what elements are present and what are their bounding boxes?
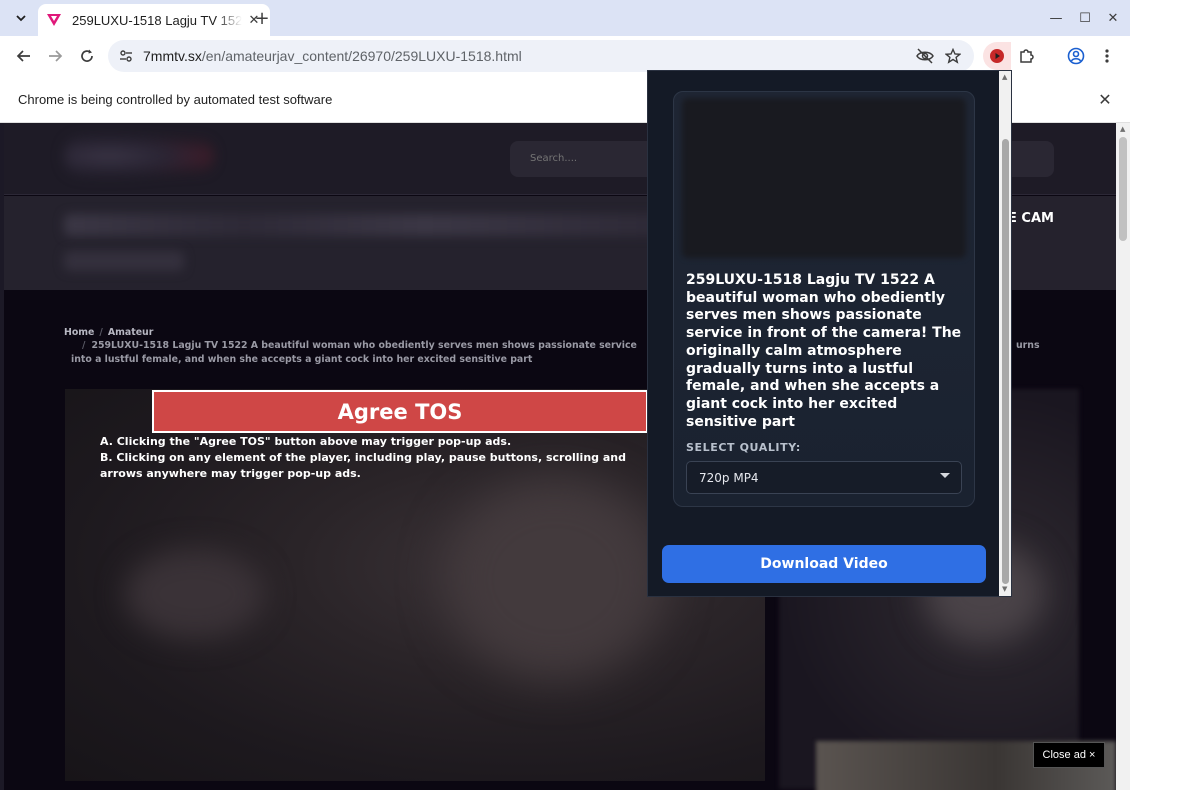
tab-search-button[interactable] (8, 6, 34, 30)
more-vertical-icon (1105, 49, 1109, 63)
caret-down-icon (940, 473, 950, 478)
agree-tos-button[interactable]: Agree TOS (152, 390, 648, 433)
record-icon (990, 49, 1004, 63)
page-scrollbar[interactable]: ▲ (1116, 123, 1130, 790)
nav-menu-blurred[interactable] (64, 214, 664, 236)
address-bar[interactable]: 7mmtv.sx/en/amateurjav_content/26970/259… (108, 40, 974, 72)
eye-off-icon[interactable] (915, 46, 935, 66)
tab-title: 259LUXU-1518 Lagju TV 1522 A beautiful w… (72, 12, 242, 28)
quality-selected-value: 720p MP4 (699, 471, 759, 485)
scroll-up-arrow-icon[interactable]: ▲ (1120, 125, 1125, 133)
breadcrumb-title-line1: 259LUXU-1518 Lagju TV 1522 A beautiful w… (91, 340, 637, 351)
star-bookmark-icon[interactable] (943, 46, 963, 66)
profile-button[interactable] (1062, 42, 1090, 70)
popup-scroll-thumb[interactable] (1002, 139, 1009, 584)
url-path: /en/amateurjav_content/26970/259LUXU-151… (201, 48, 522, 64)
reload-button[interactable] (73, 42, 101, 70)
extension-popup: 259LUXU-1518 Lagju TV 1522 A beautiful w… (647, 70, 1012, 597)
breadcrumb-separator: / (99, 327, 103, 338)
video-info-card: 259LUXU-1518 Lagju TV 1522 A beautiful w… (673, 91, 975, 507)
url-domain: 7mmtv.sx (143, 48, 202, 64)
player-frame-blur (125, 549, 265, 639)
extensions-button[interactable] (1013, 42, 1041, 70)
breadcrumb-title-tail: urns (1016, 340, 1040, 351)
browser-menu-button[interactable] (1093, 42, 1121, 70)
quality-select[interactable]: 720p MP4 (686, 461, 962, 494)
site-logo[interactable] (64, 133, 214, 179)
account-circle-icon (1067, 47, 1085, 65)
infobar-close-icon[interactable]: ✕ (1096, 90, 1114, 109)
chevron-down-icon (16, 15, 26, 22)
desktop-background (1130, 0, 1200, 790)
nav-item-cam[interactable]: E CAM (1008, 211, 1054, 226)
site-info-icon[interactable] (118, 48, 134, 64)
download-video-button[interactable]: Download Video (662, 545, 986, 583)
tab-strip: 259LUXU-1518 Lagju TV 1522 A beautiful w… (0, 0, 1130, 36)
breadcrumb-amateur[interactable]: Amateur (108, 327, 154, 338)
popup-scrollbar[interactable]: ▲ ▼ (999, 71, 1011, 596)
breadcrumb-title-line2: into a lustful female, and when she acce… (71, 354, 533, 365)
page-scroll-thumb[interactable] (1119, 137, 1127, 241)
close-window-button[interactable]: ✕ (1099, 6, 1127, 30)
breadcrumb: Home / Amateur (64, 326, 654, 340)
tos-notice-b: B. Clicking on any element of the player… (100, 451, 626, 480)
select-quality-label: SELECT QUALITY: (686, 441, 801, 454)
breadcrumb-current-title: / 259LUXU-1518 Lagju TV 1522 A beautiful … (82, 340, 637, 351)
site-favicon-icon (46, 12, 62, 28)
minimize-button[interactable]: — (1042, 6, 1070, 30)
popup-scroll-down-icon[interactable]: ▼ (1002, 585, 1007, 593)
url-text: 7mmtv.sx/en/amateurjav_content/26970/259… (143, 48, 522, 64)
video-thumbnail (682, 98, 966, 258)
popup-scroll-up-icon[interactable]: ▲ (1002, 73, 1007, 81)
arrow-left-icon (16, 50, 30, 62)
browser-window: 259LUXU-1518 Lagju TV 1522 A beautiful w… (0, 0, 1130, 790)
tos-notice: A. Clicking the "Agree TOS" button above… (100, 434, 660, 482)
close-ad-button[interactable]: Close ad × (1033, 742, 1105, 768)
breadcrumb-separator-2: / (82, 340, 86, 351)
nav-menu-blurred-row2[interactable] (64, 251, 184, 271)
infobar-message: Chrome is being controlled by automated … (18, 92, 333, 107)
arrow-right-icon (49, 50, 63, 62)
active-tab[interactable]: 259LUXU-1518 Lagju TV 1522 A beautiful w… (38, 4, 270, 36)
maximize-button[interactable]: ☐ (1071, 6, 1099, 30)
tos-notice-a: A. Clicking the "Agree TOS" button above… (100, 435, 512, 448)
new-tab-button[interactable]: + (250, 6, 274, 30)
back-button[interactable] (10, 42, 38, 70)
puzzle-icon (1020, 49, 1034, 63)
video-title: 259LUXU-1518 Lagju TV 1522 A beautiful w… (686, 272, 962, 430)
player-frame-blur-2 (445, 479, 665, 679)
breadcrumb-home[interactable]: Home (64, 327, 94, 338)
forward-button[interactable] (41, 42, 69, 70)
video-downloader-extension-button[interactable] (983, 42, 1011, 70)
reload-icon (81, 49, 93, 62)
